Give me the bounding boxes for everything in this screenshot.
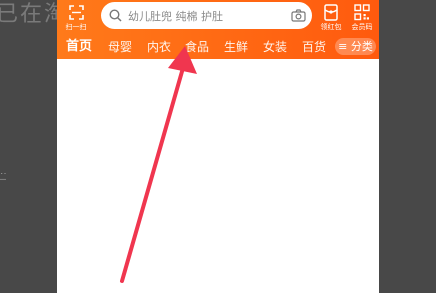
phone-screen: 扫一扫 幼儿肚兜 纯棉 护肚 领红包 会员码 首页 母婴 内衣 食品 生鲜 女装… xyxy=(57,0,379,293)
search-icon xyxy=(109,9,122,22)
member-code-button[interactable]: 会员码 xyxy=(346,3,378,33)
page-content xyxy=(57,59,379,293)
camera-icon[interactable] xyxy=(291,9,306,22)
scan-label: 扫一扫 xyxy=(65,23,87,31)
red-packet-button[interactable]: 领红包 xyxy=(315,3,347,33)
search-placeholder: 幼儿肚兜 纯棉 护肚 xyxy=(128,10,223,23)
scan-button[interactable]: 扫一扫 xyxy=(63,3,89,33)
tab-fresh[interactable]: 生鲜 xyxy=(224,38,248,56)
qr-code-icon xyxy=(354,4,370,21)
tab-general-goods[interactable]: 百货 xyxy=(302,38,326,56)
red-packet-icon xyxy=(324,4,338,21)
background-dash: ‥ — xyxy=(0,166,7,185)
category-tabs: 首页 母婴 内衣 食品 生鲜 女装 百货 ≡ 分类 xyxy=(57,37,379,57)
category-button[interactable]: ≡ 分类 xyxy=(335,38,376,55)
tab-home[interactable]: 首页 xyxy=(66,38,92,56)
tab-food[interactable]: 食品 xyxy=(185,38,209,56)
member-code-label: 会员码 xyxy=(351,23,373,31)
tab-maternity[interactable]: 母婴 xyxy=(108,38,132,56)
tab-womenswear[interactable]: 女装 xyxy=(263,38,287,56)
tab-underwear[interactable]: 内衣 xyxy=(147,38,171,56)
scan-icon xyxy=(69,5,84,20)
search-input[interactable]: 幼儿肚兜 纯棉 护肚 xyxy=(101,2,312,29)
top-bar: 扫一扫 幼儿肚兜 纯棉 护肚 领红包 会员码 首页 母婴 内衣 食品 生鲜 女装… xyxy=(57,0,379,59)
